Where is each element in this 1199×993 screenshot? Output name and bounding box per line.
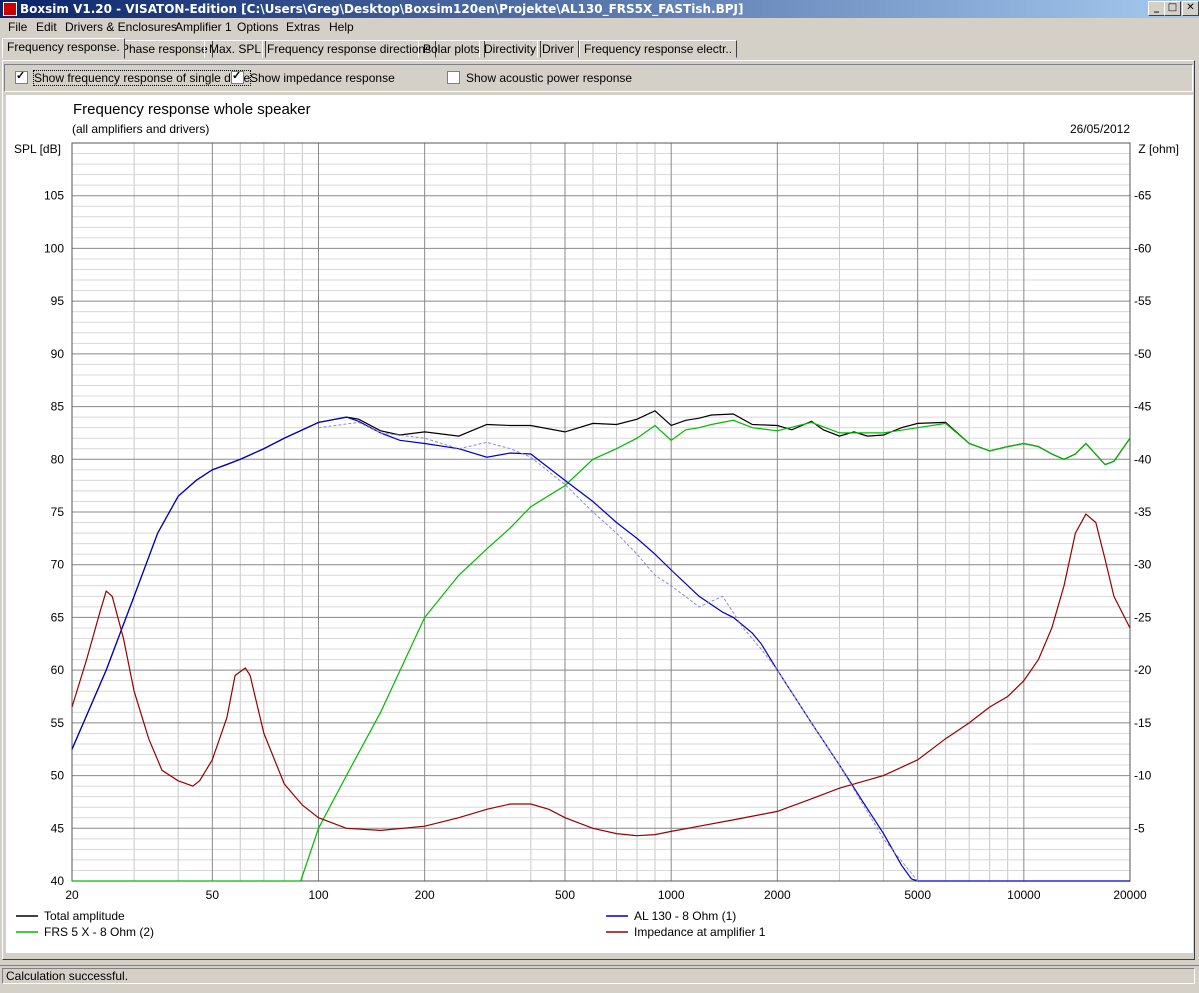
y-tick-label: 95 <box>51 294 65 308</box>
acoustic-power-checkbox[interactable] <box>447 71 460 84</box>
acoustic-power-label: Show acoustic power response <box>466 71 633 85</box>
legend-label-frs5x: FRS 5 X - 8 Ohm (2) <box>44 925 154 939</box>
menu-options[interactable]: Options <box>237 20 278 34</box>
x-tick-label: 100 <box>308 888 328 902</box>
y-tick-label: 105 <box>44 189 64 203</box>
y2-tick-label: -55 <box>1134 294 1152 308</box>
chart-title: Frequency response whole speaker <box>73 101 311 118</box>
y-tick-label: 90 <box>51 347 65 361</box>
window-title: Boxsim V1.20 - VISATON-Edition [C:\Users… <box>20 2 744 16</box>
checkmark-icon: ✓ <box>16 70 26 82</box>
status-bar: Calculation successful. <box>0 965 1199 986</box>
tab-frequency-response-directions[interactable]: Frequency response directions <box>262 40 437 58</box>
menu-extras[interactable]: Extras <box>286 20 320 34</box>
status-text: Calculation successful. <box>2 968 1195 984</box>
y2-tick-label: -10 <box>1134 769 1152 783</box>
y-tick-label: 40 <box>51 874 65 888</box>
legend: Total amplitude FRS 5 X - 8 Ohm (2) AL 130… <box>16 909 766 939</box>
y-tick-label: 100 <box>44 241 64 255</box>
options-bar: ✓ Show frequency response of single drive… <box>4 64 1193 92</box>
y-tick-label: 80 <box>51 452 65 466</box>
legend-label-impedance: Impedance at amplifier 1 <box>634 925 766 939</box>
maximize-button[interactable]: □ <box>1164 1 1181 16</box>
x-tick-label: 20000 <box>1113 888 1147 902</box>
x-tick-label: 20 <box>65 888 79 902</box>
y-tick-label: 60 <box>51 663 65 677</box>
tab-polar-plots[interactable]: Polar plots <box>418 40 485 58</box>
y-tick-label: 45 <box>51 821 65 835</box>
chart-date: 26/05/2012 <box>1070 122 1130 136</box>
grid-lines <box>71 142 1131 882</box>
impedance-checkbox[interactable]: ✓ <box>231 70 244 84</box>
series-line-frs5x <box>72 419 1131 882</box>
menu-edit[interactable]: Edit <box>36 20 57 34</box>
chart-subtitle: (all amplifiers and drivers) <box>72 122 209 136</box>
y2-tick-label: -30 <box>1134 558 1152 572</box>
chart-area: Frequency response whole speaker (all am… <box>6 95 1193 953</box>
y-tick-label: 70 <box>51 558 65 572</box>
y-tick-label: 85 <box>51 400 65 414</box>
y2-tick-label: -35 <box>1134 505 1152 519</box>
y2-tick-label: -15 <box>1134 716 1152 730</box>
y2-axis-label: Z [ohm] <box>1138 142 1179 156</box>
tab-frequency-response[interactable]: Frequency response. <box>2 38 125 59</box>
single-driver-label: Show frequency response of single drive <box>32 70 252 86</box>
tab-directivity[interactable]: Directivity <box>479 40 542 58</box>
y-axis-label: SPL [dB] <box>14 142 61 156</box>
minimize-button[interactable]: _ <box>1148 1 1165 16</box>
x-tick-label: 1000 <box>658 888 685 902</box>
tab-driver[interactable]: Driver <box>537 40 579 58</box>
x-tick-label: 500 <box>555 888 575 902</box>
tab-frequency-response-electrical[interactable]: Frequency response electr.. <box>579 40 738 58</box>
title-bar: Boxsim V1.20 - VISATON-Edition [C:\Users… <box>0 0 1199 18</box>
frequency-response-chart: Frequency response whole speaker (all am… <box>14 101 1179 939</box>
series-lines <box>71 410 1131 882</box>
app-icon[interactable] <box>3 2 17 16</box>
axis-ticks: 20 50 100 200 500 1000 2000 5000 10000 20000 40 45 5… <box>44 189 1152 902</box>
tab-strip: Frequency response. Phase response Max. … <box>0 38 1199 60</box>
x-tick-label: 10000 <box>1007 888 1041 902</box>
single-driver-checkbox[interactable]: ✓ <box>15 70 28 84</box>
y2-tick-label: -50 <box>1134 347 1152 361</box>
y2-tick-label: -40 <box>1134 452 1152 466</box>
series-line-impedance <box>71 513 1131 837</box>
x-tick-label: 2000 <box>764 888 791 902</box>
menu-drivers-enclosures[interactable]: Drivers & Enclosures <box>65 20 177 34</box>
x-tick-label: 200 <box>415 888 435 902</box>
y-tick-label: 75 <box>51 505 65 519</box>
close-button[interactable]: ✕ <box>1182 1 1199 16</box>
tab-phase-response[interactable]: Phase response <box>116 40 213 58</box>
y2-tick-label: -45 <box>1134 400 1152 414</box>
y2-tick-label: -5 <box>1134 821 1145 835</box>
menu-file[interactable]: File <box>8 20 27 34</box>
checkmark-icon: ✓ <box>232 70 242 82</box>
menu-bar: File Edit Drivers & Enclosures Amplifier… <box>0 18 1199 37</box>
y2-tick-label: -65 <box>1134 189 1152 203</box>
acoustic-power-option[interactable]: Show acoustic power response <box>447 71 632 85</box>
menu-help[interactable]: Help <box>329 20 354 34</box>
y-tick-label: 50 <box>51 769 65 783</box>
x-tick-label: 50 <box>206 888 220 902</box>
single-driver-option[interactable]: ✓ Show frequency response of single drive <box>15 70 252 86</box>
impedance-label: Show impedance response <box>250 71 395 85</box>
y2-tick-label: -60 <box>1134 241 1152 255</box>
y-tick-label: 55 <box>51 716 65 730</box>
impedance-option[interactable]: ✓ Show impedance response <box>231 70 395 85</box>
tab-max-spl[interactable]: Max. SPL <box>204 40 267 58</box>
menu-amplifier-1[interactable]: Amplifier 1 <box>175 20 232 34</box>
legend-label-al130: AL 130 - 8 Ohm (1) <box>634 909 736 923</box>
y2-tick-label: -20 <box>1134 663 1152 677</box>
y-tick-label: 65 <box>51 610 65 624</box>
legend-label-total: Total amplitude <box>44 909 125 923</box>
x-tick-label: 5000 <box>904 888 931 902</box>
y2-tick-label: -25 <box>1134 610 1152 624</box>
